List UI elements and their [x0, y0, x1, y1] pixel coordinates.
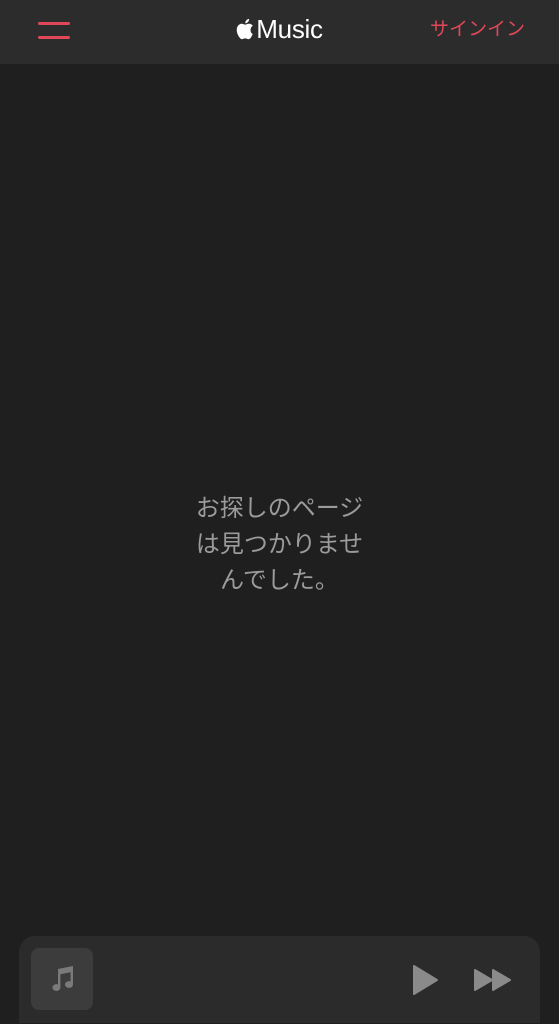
message-line-1: お探しのページ: [195, 494, 364, 522]
apple-logo-icon: [237, 18, 254, 40]
play-icon: [413, 965, 438, 995]
app-window: Music サインイン お探しのページ は見つかりませ んでした。: [0, 0, 559, 1024]
now-playing-artwork[interactable]: [31, 948, 93, 1010]
logo-text: Music: [256, 13, 323, 44]
next-track-button[interactable]: [469, 960, 517, 1000]
sign-in-link[interactable]: サインイン: [430, 14, 525, 44]
menu-button[interactable]: [28, 14, 80, 48]
message-line-2: は見つかりませ: [195, 530, 364, 558]
hamburger-menu-icon: [38, 22, 70, 39]
play-button[interactable]: [405, 960, 445, 1000]
top-navigation-bar: Music サインイン: [0, 0, 559, 64]
fast-forward-icon: [474, 969, 511, 991]
not-found-message: お探しのページ は見つかりませ んでした。: [0, 490, 559, 598]
logo-link[interactable]: Music: [236, 13, 323, 45]
music-note-icon: [52, 966, 74, 991]
mini-player: [19, 936, 540, 1023]
message-line-3: んでした。: [220, 566, 339, 594]
